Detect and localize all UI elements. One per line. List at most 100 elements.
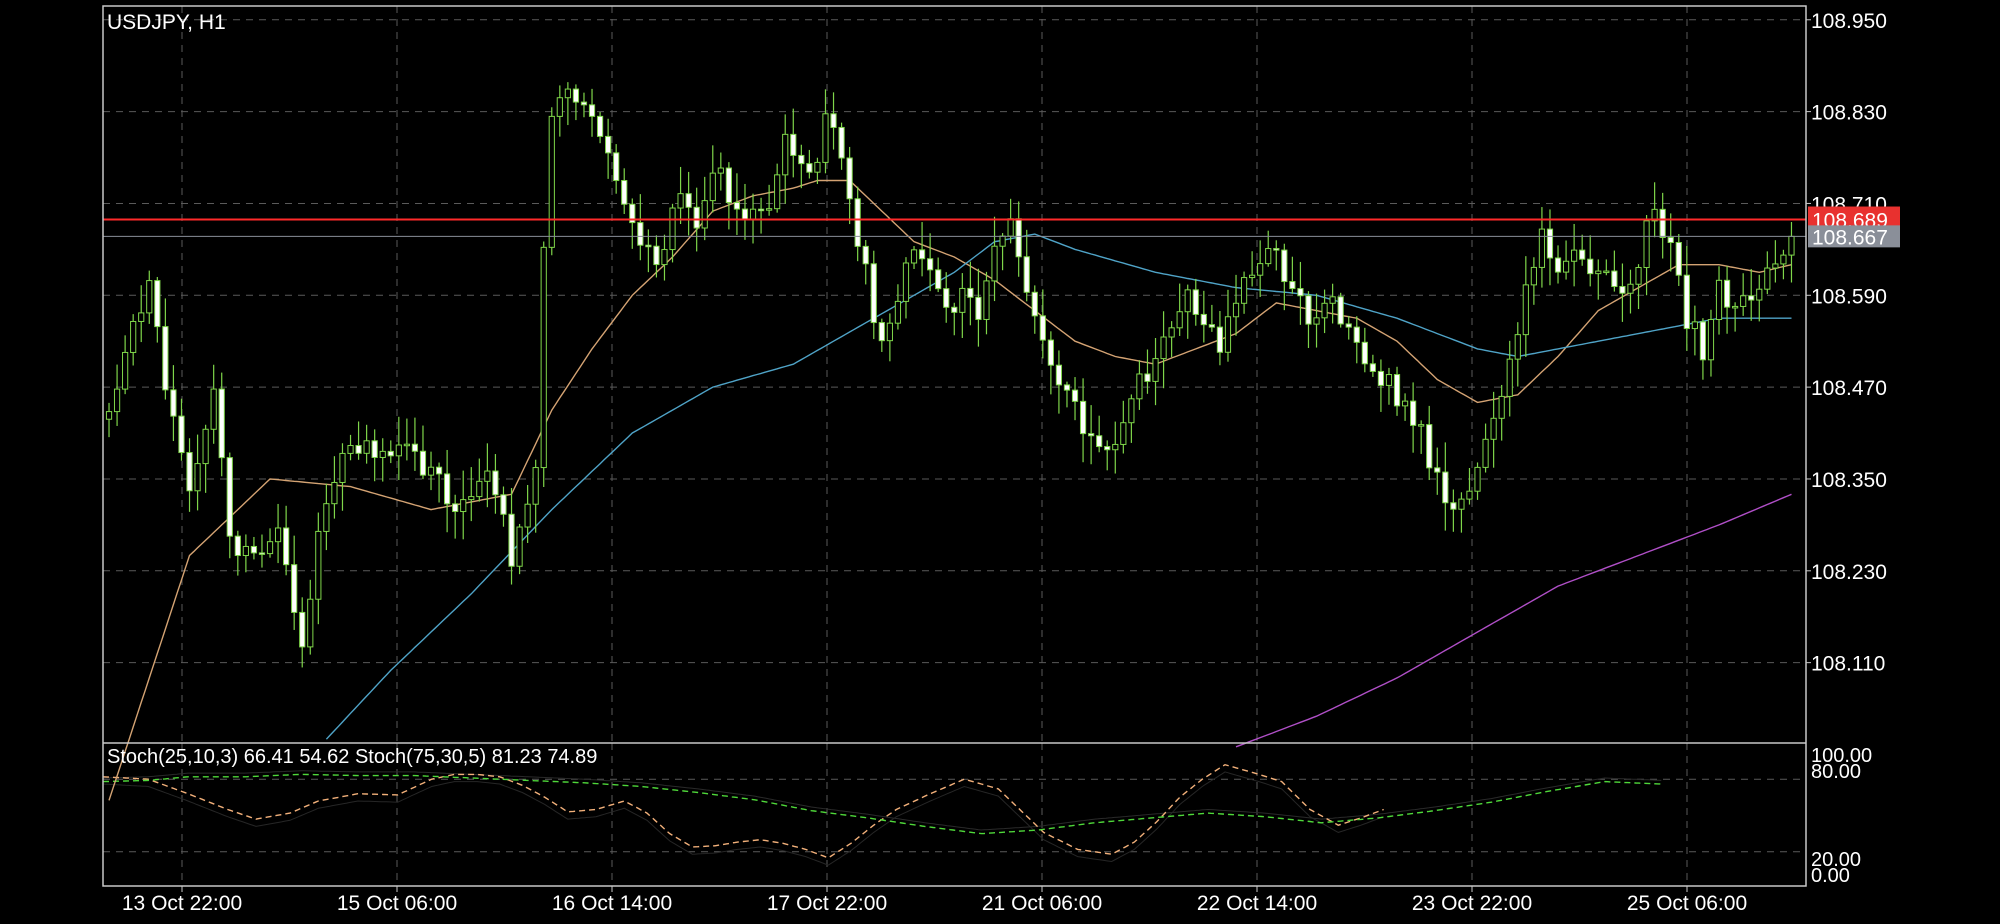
candle-body	[580, 101, 588, 106]
candle-body	[605, 135, 612, 154]
candle-body	[1587, 258, 1594, 275]
candle-body	[1611, 270, 1618, 288]
candle-body	[435, 466, 443, 475]
candle-body	[1160, 336, 1167, 360]
candle-body	[1522, 284, 1529, 336]
candle-body	[1482, 438, 1489, 468]
time-tick-label: 13 Oct 22:00	[122, 892, 242, 915]
candle-body	[1232, 302, 1240, 318]
candle-body	[1168, 327, 1175, 338]
candle-body	[894, 300, 902, 324]
candle-body	[1683, 274, 1690, 330]
candle-body	[460, 499, 467, 513]
candle-body	[854, 198, 861, 247]
candle-body	[1023, 256, 1030, 293]
candle-body	[170, 389, 177, 417]
candle-body	[757, 208, 765, 212]
candle-body	[1007, 218, 1014, 237]
candle-body	[830, 113, 837, 128]
candle-body	[105, 411, 113, 420]
candle-body	[1780, 254, 1787, 265]
candle-body	[1321, 302, 1328, 319]
candle-body	[1458, 498, 1465, 510]
candle-body	[798, 154, 805, 165]
candle-body	[1723, 279, 1731, 308]
candle-body	[1353, 326, 1360, 343]
candle-body	[1257, 263, 1264, 276]
trading-chart[interactable]: 108.950108.830108.710108.590108.470108.3…	[0, 0, 2000, 924]
candle-body	[1434, 467, 1441, 473]
candle-body	[411, 443, 419, 452]
candle-body	[902, 262, 910, 302]
candle-body	[959, 287, 966, 313]
candle-body	[1192, 289, 1199, 315]
candle-body	[202, 428, 209, 465]
candle-body	[218, 388, 225, 459]
candle-body	[395, 444, 402, 457]
candle-body	[250, 545, 258, 554]
candle-body	[741, 208, 749, 220]
candle-body	[749, 208, 757, 220]
candle-body	[975, 296, 982, 320]
candle-body	[234, 535, 241, 557]
candle-body	[886, 322, 893, 342]
candle-body	[1385, 374, 1393, 386]
candle-body	[492, 470, 499, 496]
candle-body	[1732, 305, 1739, 309]
candle-body	[452, 503, 459, 513]
candle-body	[1571, 249, 1578, 262]
candle-body	[790, 133, 797, 156]
candle-body	[210, 388, 217, 430]
ask-price-tag: 108.667	[1808, 225, 1900, 249]
candle-body	[1554, 257, 1562, 273]
candle-body	[315, 530, 322, 600]
candle-body	[717, 167, 724, 174]
candle-body	[258, 552, 266, 555]
candle-body	[355, 445, 362, 454]
candle-body	[266, 541, 274, 555]
chart-background	[0, 0, 2000, 924]
candle-body	[983, 280, 990, 320]
candle-body	[572, 88, 580, 103]
candle-body	[1039, 315, 1046, 341]
candle-body	[701, 200, 708, 229]
candle-body	[951, 306, 958, 313]
candle-body	[661, 249, 668, 266]
candle	[548, 107, 555, 256]
candle-body	[943, 288, 950, 308]
candle-body	[1450, 502, 1457, 510]
candle-body	[532, 467, 539, 505]
candle-body	[1361, 341, 1368, 365]
candle-body	[1401, 400, 1409, 407]
candle-body	[1579, 249, 1586, 260]
candle-body	[999, 235, 1006, 247]
time-tick-label: 22 Oct 14:00	[1197, 892, 1317, 915]
candle-body	[878, 322, 885, 342]
candle-body	[1297, 288, 1304, 297]
candle-body	[991, 245, 998, 282]
candle-body	[1305, 295, 1312, 325]
candle-body	[1546, 228, 1554, 259]
candle-body	[154, 280, 161, 328]
candle-body	[178, 415, 185, 454]
candle-body	[1418, 424, 1425, 427]
candle-body	[1071, 389, 1079, 402]
candle-body	[1337, 296, 1344, 325]
candle-body	[1265, 248, 1272, 265]
candle-body	[331, 481, 338, 505]
candle	[516, 523, 523, 575]
candle	[540, 241, 547, 488]
candle-body	[645, 244, 652, 248]
candle-body	[516, 526, 523, 567]
candle-body	[1699, 321, 1707, 361]
candle-body	[1249, 274, 1256, 279]
candle-body	[130, 320, 137, 353]
candle-body	[548, 115, 555, 248]
candle-body	[444, 473, 451, 505]
candle-body	[379, 450, 386, 458]
candle-body	[1047, 339, 1054, 366]
candle-body	[339, 452, 346, 483]
candle-body	[556, 97, 563, 117]
candle-body	[870, 263, 877, 324]
candle-body	[122, 351, 129, 390]
